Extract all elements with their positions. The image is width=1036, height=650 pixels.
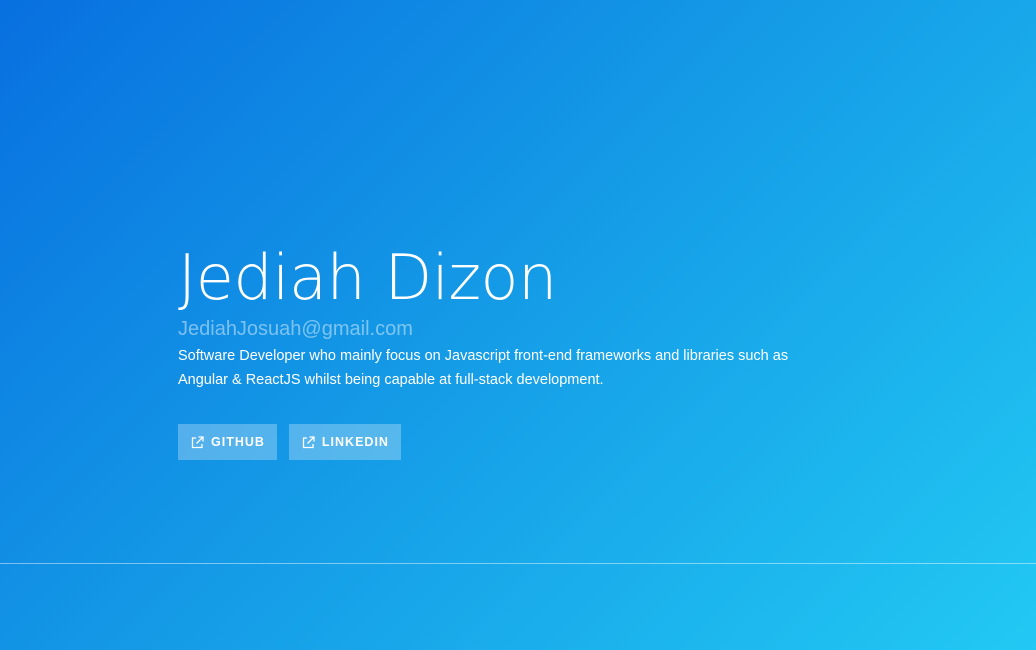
page-title: Jediah Dizon: [178, 241, 557, 314]
github-button-label: GITHUB: [211, 435, 265, 449]
external-link-icon: [301, 435, 316, 450]
email-address: JediahJosuah@gmail.com: [178, 318, 413, 340]
bio-text: Software Developer who mainly focus on J…: [178, 348, 789, 388]
linkedin-button-label: LINKEDIN: [321, 435, 389, 449]
hero-section: Jediah Dizon JediahJosuah@gmail.com Soft…: [178, 240, 878, 460]
social-links: GITHUB LINKEDIN: [178, 424, 878, 460]
github-button[interactable]: GITHUB: [178, 424, 277, 460]
linkedin-button[interactable]: LINKEDIN: [288, 424, 401, 460]
external-link-icon: [190, 435, 205, 450]
section-divider: [0, 563, 1036, 564]
